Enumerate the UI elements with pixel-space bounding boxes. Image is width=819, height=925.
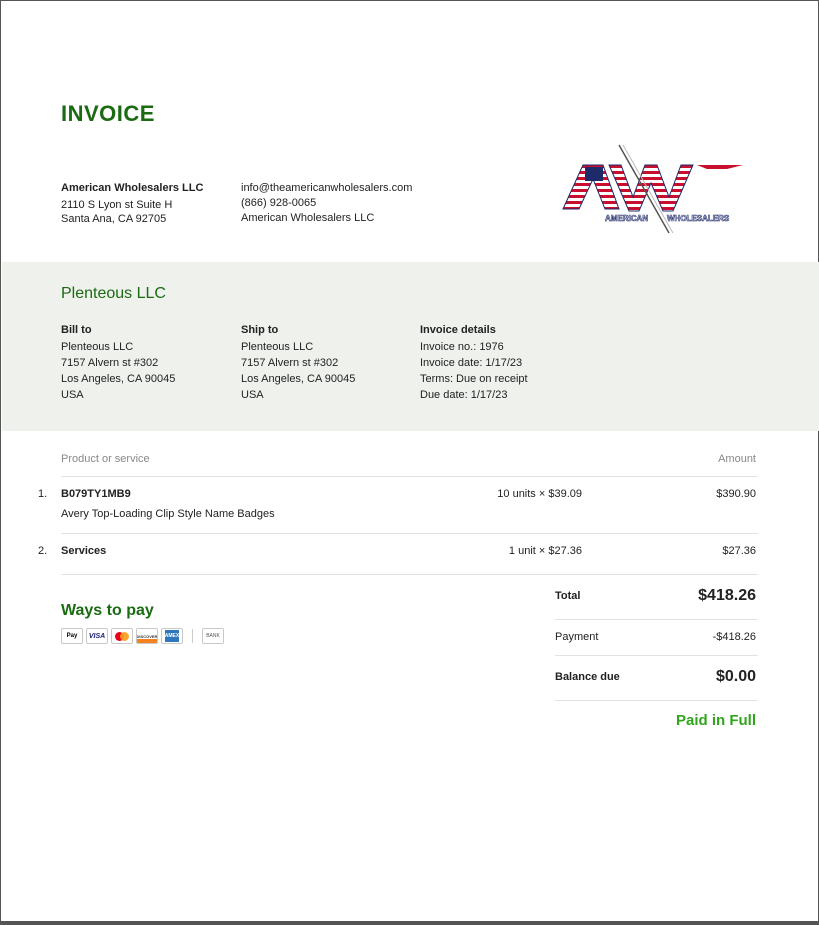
row-product-name: Services: [61, 545, 107, 557]
bank-icon: BANK: [202, 628, 224, 644]
divider: [555, 619, 758, 620]
invoice-date: Invoice date: 1/17/23: [420, 357, 523, 369]
contact-block: info@theamericanwholesalers.com (866) 92…: [241, 181, 412, 226]
bill-to-line: Los Angeles, CA 90045: [61, 373, 176, 385]
ship-to-line: USA: [241, 389, 264, 401]
row-product-name: B079TY1MB9: [61, 488, 131, 500]
divider: [61, 533, 758, 534]
row-quantity: 10 units × $39.09: [497, 488, 582, 500]
invoice-details-heading: Invoice details: [420, 324, 496, 336]
client-name: Plenteous LLC: [61, 285, 166, 302]
total-label: Total: [555, 590, 581, 602]
seller-address-line: Santa Ana, CA 92705: [61, 213, 167, 225]
contact-phone: (866) 928-0065: [241, 197, 317, 209]
column-header-product: Product or service: [61, 453, 150, 465]
divider: [555, 655, 758, 656]
contact-email: info@theamericanwholesalers.com: [241, 182, 413, 194]
row-number: 2.: [38, 545, 48, 557]
divider: [61, 574, 758, 575]
seller-block: American Wholesalers LLC 2110 S Lyon st …: [61, 181, 203, 226]
contact-company: American Wholesalers LLC: [241, 212, 375, 224]
invoice-page: INVOICE American Wholesalers LLC 2110 S …: [0, 0, 819, 925]
payment-value: -$418.26: [712, 631, 756, 643]
bill-to-line: 7157 Alvern st #302: [61, 357, 159, 369]
company-logo: AMERICAN WHOLESALERS: [562, 144, 743, 234]
invoice-title: INVOICE: [61, 101, 155, 126]
payment-methods: Pay VISA DISCOVER AMEX BANK: [61, 628, 224, 644]
seller-address-line: 2110 S Lyon st Suite H: [61, 199, 173, 211]
ship-to-heading: Ship to: [241, 324, 279, 336]
invoice-details-block: Invoice details Invoice no.: 1976 Invoic…: [420, 322, 528, 403]
row-product-description: Avery Top-Loading Clip Style Name Badges: [61, 508, 275, 520]
payment-label: Payment: [555, 631, 599, 643]
ship-to-line: 7157 Alvern st #302: [241, 357, 339, 369]
ship-to-block: Ship to Plenteous LLC 7157 Alvern st #30…: [241, 322, 355, 403]
visa-icon: VISA: [86, 628, 108, 644]
seller-name: American Wholesalers LLC: [61, 182, 204, 194]
bill-to-line: Plenteous LLC: [61, 341, 134, 353]
bill-to-line: USA: [61, 389, 84, 401]
logo-caption-right: WHOLESALERS: [667, 214, 730, 223]
amex-icon: AMEX: [161, 628, 183, 644]
invoice-terms: Terms: Due on receipt: [420, 373, 528, 385]
apple-pay-icon: Pay: [61, 628, 83, 644]
divider: [555, 700, 758, 701]
paid-status: Paid in Full: [675, 712, 756, 729]
row-amount: $390.90: [716, 488, 756, 500]
divider: [192, 629, 193, 643]
discover-icon: DISCOVER: [136, 628, 158, 644]
column-header-amount: Amount: [718, 453, 756, 465]
balance-due-label: Balance due: [555, 671, 620, 683]
bill-to-block: Bill to Plenteous LLC 7157 Alvern st #30…: [61, 322, 175, 403]
invoice-number: Invoice no.: 1976: [420, 341, 504, 353]
bill-to-heading: Bill to: [61, 324, 92, 336]
divider: [61, 476, 758, 477]
row-number: 1.: [38, 488, 48, 500]
balance-due-value: $0.00: [715, 668, 756, 685]
row-quantity: 1 unit × $27.36: [508, 545, 582, 557]
ship-to-line: Los Angeles, CA 90045: [241, 373, 356, 385]
total-value: $418.26: [698, 587, 756, 604]
logo-caption-left: AMERICAN: [605, 214, 648, 223]
row-amount: $27.36: [722, 545, 756, 557]
ways-to-pay-heading: Ways to pay: [61, 602, 154, 619]
mastercard-icon: [111, 628, 133, 644]
invoice-due-date: Due date: 1/17/23: [420, 389, 508, 401]
ship-to-line: Plenteous LLC: [241, 341, 314, 353]
